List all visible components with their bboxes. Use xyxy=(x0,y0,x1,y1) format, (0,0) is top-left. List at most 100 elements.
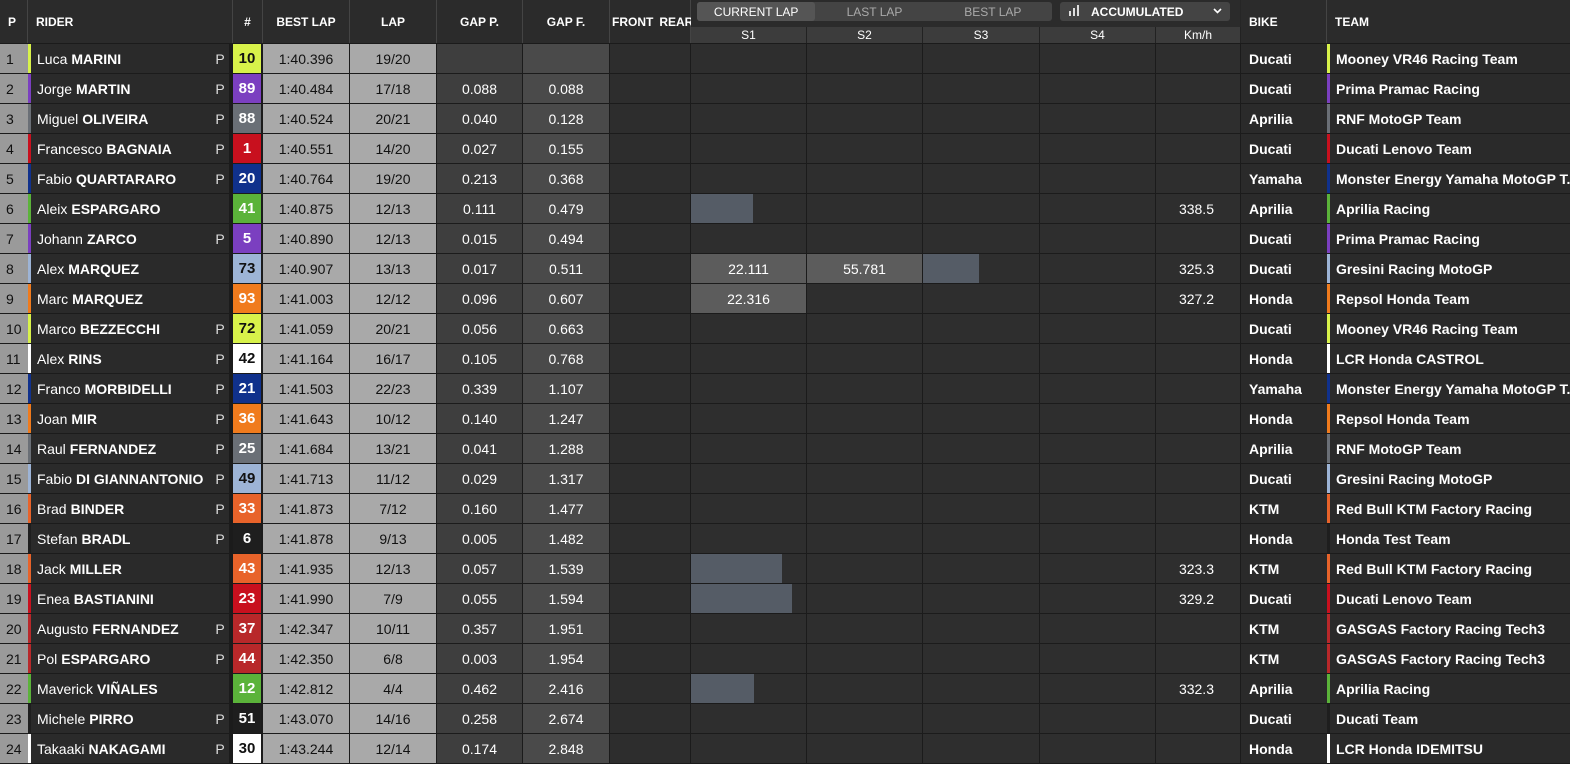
header-team[interactable]: TEAM xyxy=(1327,0,1570,43)
rider-name[interactable]: Enea BASTIANINI xyxy=(31,584,229,613)
rider-name[interactable]: Luca MARINI xyxy=(31,44,229,73)
best-lap-cell: 1:40.524 xyxy=(263,104,349,133)
rider-name[interactable]: Augusto FERNANDEZ xyxy=(31,614,229,643)
header-best-lap[interactable]: BEST LAP xyxy=(263,0,350,43)
rider-number-badge: 43 xyxy=(233,554,261,583)
table-row[interactable]: 5 Fabio QUARTARARO P 20 1:40.764 19/20 0.213 0.3… xyxy=(0,164,1570,194)
table-row[interactable]: 23 Michele PIRRO P 51 1:43.070 14/16 0.258 2.674… xyxy=(0,704,1570,734)
table-row[interactable]: 4 Francesco BAGNAIA P 1 1:40.551 14/20 0.027 0.1… xyxy=(0,134,1570,164)
team-cell: LCR Honda CASTROL xyxy=(1327,344,1570,373)
tab-best-lap[interactable]: BEST LAP xyxy=(934,2,1052,21)
table-row[interactable]: 17 Stefan BRADL P 6 1:41.878 9/13 0.005 1.482 Hon… xyxy=(0,524,1570,554)
header-position[interactable]: P xyxy=(0,0,28,43)
sector-2-cell xyxy=(807,644,922,673)
rider-name[interactable]: Francesco BAGNAIA xyxy=(31,134,229,163)
table-row[interactable]: 12 Franco MORBIDELLI P 21 1:41.503 22/23 0.339 1… xyxy=(0,374,1570,404)
gap-previous-cell: 0.105 xyxy=(437,344,522,373)
rider-name[interactable]: Aleix ESPARGARO xyxy=(31,194,229,223)
header-sector-3[interactable]: S3 xyxy=(923,27,1040,43)
gap-previous-cell: 0.027 xyxy=(437,134,522,163)
table-row[interactable]: 7 Johann ZARCO P 5 1:40.890 12/13 0.015 0.494 Duc… xyxy=(0,224,1570,254)
rider-name[interactable]: Fabio QUARTARARO xyxy=(31,164,229,193)
header-sector-1[interactable]: S1 xyxy=(691,27,807,43)
header-rider[interactable]: RIDER xyxy=(28,0,233,43)
rider-name[interactable]: Johann ZARCO xyxy=(31,224,229,253)
rider-name[interactable]: Pol ESPARGARO xyxy=(31,644,229,673)
rider-name[interactable]: Stefan BRADL xyxy=(31,524,229,553)
rider-name[interactable]: Miguel OLIVEIRA xyxy=(31,104,229,133)
header-sector-2[interactable]: S2 xyxy=(807,27,923,43)
rider-last-name: MARTIN xyxy=(76,80,131,97)
header-sector-4[interactable]: S4 xyxy=(1040,27,1156,43)
speed-cell: 327.2 xyxy=(1156,284,1240,313)
rider-name[interactable]: Maverick VIÑALES xyxy=(31,674,229,703)
lap-count-cell: 13/13 xyxy=(350,254,436,283)
gap-first-cell: 0.768 xyxy=(523,344,609,373)
table-row[interactable]: 10 Marco BEZZECCHI P 72 1:41.059 20/21 0.056 0.6… xyxy=(0,314,1570,344)
speed-cell xyxy=(1156,374,1240,403)
sector-3-cell xyxy=(923,554,1039,583)
sector-2-cell xyxy=(807,494,922,523)
best-lap-cell: 1:41.878 xyxy=(263,524,349,553)
rider-name[interactable]: Michele PIRRO xyxy=(31,704,229,733)
table-row[interactable]: 22 Maverick VIÑALES 12 1:42.812 4/4 0.462 2.416… xyxy=(0,674,1570,704)
rider-name[interactable]: Jorge MARTIN xyxy=(31,74,229,103)
table-row[interactable]: 3 Miguel OLIVEIRA P 88 1:40.524 20/21 0.040 0.12… xyxy=(0,104,1570,134)
position-cell: 6 xyxy=(0,194,28,223)
rider-name[interactable]: Jack MILLER xyxy=(31,554,229,583)
rider-name[interactable]: Raul FERNANDEZ xyxy=(31,434,229,463)
tab-current-lap[interactable]: CURRENT LAP xyxy=(697,2,816,21)
table-row[interactable]: 16 Brad BINDER P 33 1:41.873 7/12 0.160 1.477 KTM… xyxy=(0,494,1570,524)
header-gap-previous[interactable]: GAP P. xyxy=(437,0,523,43)
sector-3-cell xyxy=(923,134,1039,163)
rider-name[interactable]: Marc MARQUEZ xyxy=(31,284,229,313)
sector-2-cell xyxy=(807,194,922,223)
sector-1-time: 22.111 xyxy=(691,254,806,283)
bike-cell: Ducati xyxy=(1241,224,1327,253)
best-lap-cell: 1:41.713 xyxy=(263,464,349,493)
tab-last-lap[interactable]: LAST LAP xyxy=(815,2,933,21)
header-lap[interactable]: LAP xyxy=(350,0,437,43)
best-lap-cell: 1:41.164 xyxy=(263,344,349,373)
rider-number-badge: 5 xyxy=(233,224,261,253)
position-cell: 5 xyxy=(0,164,28,193)
table-row[interactable]: 24 Takaaki NAKAGAMI P 30 1:43.244 12/14 0.174 2.… xyxy=(0,734,1570,764)
rider-name[interactable]: Alex RINS xyxy=(31,344,229,373)
tyre-cell xyxy=(610,344,690,373)
table-row[interactable]: 8 Alex MARQUEZ 73 1:40.907 13/13 0.017 0.511 22.… xyxy=(0,254,1570,284)
table-row[interactable]: 14 Raul FERNANDEZ P 25 1:41.684 13/21 0.041 1.28… xyxy=(0,434,1570,464)
header-speed[interactable]: Km/h xyxy=(1156,27,1241,43)
rider-last-name: MARINI xyxy=(71,50,122,67)
sector-1-progress-bar xyxy=(691,194,753,223)
table-row[interactable]: 21 Pol ESPARGARO P 44 1:42.350 6/8 0.003 1.954 KT… xyxy=(0,644,1570,674)
accumulated-dropdown[interactable]: ACCUMULATED xyxy=(1060,2,1230,21)
rider-name[interactable]: Alex MARQUEZ xyxy=(31,254,229,283)
lap-count-cell: 11/12 xyxy=(350,464,436,493)
rider-name[interactable]: Fabio DI GIANNANTONIO xyxy=(31,464,229,493)
table-row[interactable]: 1 Luca MARINI P 10 1:40.396 19/20 Ducati Mooney … xyxy=(0,44,1570,74)
team-color-strip-right xyxy=(1327,254,1330,283)
sector-3-cell xyxy=(923,374,1039,403)
rider-name[interactable]: Brad BINDER xyxy=(31,494,229,523)
rider-first-name: Jorge xyxy=(37,80,73,97)
rider-name[interactable]: Joan MIR xyxy=(31,404,229,433)
sector-2-cell xyxy=(807,164,922,193)
table-row[interactable]: 20 Augusto FERNANDEZ P 37 1:42.347 10/11 0.357 1… xyxy=(0,614,1570,644)
table-row[interactable]: 15 Fabio DI GIANNANTONIO P 49 1:41.713 11/12 0.… xyxy=(0,464,1570,494)
header-gap-first[interactable]: GAP F. xyxy=(523,0,610,43)
table-row[interactable]: 11 Alex RINS P 42 1:41.164 16/17 0.105 0.768 Hond… xyxy=(0,344,1570,374)
sector-2-cell xyxy=(807,44,922,73)
rider-name[interactable]: Franco MORBIDELLI xyxy=(31,374,229,403)
header-bike[interactable]: BIKE xyxy=(1241,0,1327,43)
table-row[interactable]: 2 Jorge MARTIN P 89 1:40.484 17/18 0.088 0.088 Du… xyxy=(0,74,1570,104)
header-number[interactable]: # xyxy=(233,0,263,43)
table-row[interactable]: 19 Enea BASTIANINI 23 1:41.990 7/9 0.055 1.594 3… xyxy=(0,584,1570,614)
rider-name[interactable]: Marco BEZZECCHI xyxy=(31,314,229,343)
pit-indicator: P xyxy=(215,500,225,517)
table-row[interactable]: 6 Aleix ESPARGARO 41 1:40.875 12/13 0.111 0.479… xyxy=(0,194,1570,224)
table-row[interactable]: 9 Marc MARQUEZ 93 1:41.003 12/12 0.096 0.607 22.… xyxy=(0,284,1570,314)
sector-2-cell xyxy=(807,344,922,373)
team-cell: GASGAS Factory Racing Tech3 xyxy=(1327,614,1570,643)
table-row[interactable]: 18 Jack MILLER 43 1:41.935 12/13 0.057 1.539 323… xyxy=(0,554,1570,584)
table-row[interactable]: 13 Joan MIR P 36 1:41.643 10/12 0.140 1.247 Honda… xyxy=(0,404,1570,434)
